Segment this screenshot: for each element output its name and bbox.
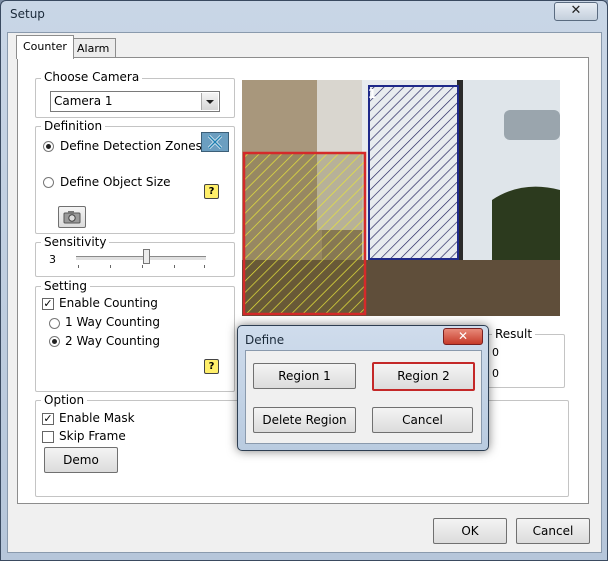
camera-icon xyxy=(63,211,81,224)
cancel-button[interactable]: Cancel xyxy=(516,518,590,544)
enable-counting-label: Enable Counting xyxy=(59,296,158,310)
dialog-cancel-button[interactable]: Cancel xyxy=(372,407,473,433)
slider-tick xyxy=(204,265,205,268)
camera-preview[interactable]: 1 xyxy=(242,80,560,316)
enable-mask-checkbox[interactable]: ✓ xyxy=(42,413,54,425)
result-value: 0 xyxy=(492,346,499,359)
result-legend: Result xyxy=(492,327,536,341)
setting-legend: Setting xyxy=(41,279,90,293)
define-dialog: Define ✕ Region 1 Region 2 Delete Region… xyxy=(237,325,489,451)
snapshot-button[interactable] xyxy=(58,206,86,228)
sensitivity-value: 3 xyxy=(49,253,56,266)
definition-legend: Definition xyxy=(41,119,106,133)
tab-alarm[interactable]: Alarm xyxy=(70,38,117,59)
delete-region-button[interactable]: Delete Region xyxy=(253,407,356,433)
skip-frame-label: Skip Frame xyxy=(59,429,126,443)
sensitivity-slider-track[interactable] xyxy=(76,256,206,261)
sensitivity-slider-thumb[interactable] xyxy=(143,249,150,264)
option-legend: Option xyxy=(41,393,88,407)
window-title: Setup xyxy=(10,7,45,21)
tab-counter[interactable]: Counter xyxy=(16,35,74,59)
sensitivity-legend: Sensitivity xyxy=(41,235,110,249)
cross-arrows-icon xyxy=(207,134,223,150)
camera-scene: 1 xyxy=(242,80,560,316)
ok-button[interactable]: OK xyxy=(433,518,507,544)
region-2-button[interactable]: Region 2 xyxy=(372,362,475,391)
camera-select[interactable]: Camera 1 xyxy=(50,91,220,112)
help-icon[interactable]: ? xyxy=(204,184,219,199)
result-value: 0 xyxy=(492,367,499,380)
enable-mask-label: Enable Mask xyxy=(59,411,135,425)
camera-select-value: Camera 1 xyxy=(54,94,113,108)
dialog-client-area: Region 1 Region 2 Delete Region Cancel xyxy=(245,350,482,444)
define-object-size-radio[interactable] xyxy=(43,177,54,188)
zone-tool-button[interactable] xyxy=(201,132,229,152)
two-way-radio[interactable] xyxy=(49,336,60,347)
one-way-radio[interactable] xyxy=(49,318,60,329)
help-icon[interactable]: ? xyxy=(204,359,219,374)
close-button[interactable]: ✕ xyxy=(554,2,598,21)
dialog-title: Define xyxy=(245,333,285,347)
region-1-button[interactable]: Region 1 xyxy=(253,363,356,389)
define-object-size-label: Define Object Size xyxy=(60,175,171,189)
slider-tick xyxy=(174,265,175,268)
slider-tick xyxy=(78,265,79,268)
dropdown-button[interactable] xyxy=(201,93,218,110)
demo-button[interactable]: Demo xyxy=(44,447,118,473)
dialog-close-button[interactable]: ✕ xyxy=(443,328,483,345)
slider-tick xyxy=(110,265,111,268)
enable-counting-checkbox[interactable]: ✓ xyxy=(42,298,54,310)
title-bar[interactable]: Setup ✕ xyxy=(1,1,607,27)
define-zones-radio[interactable] xyxy=(43,141,54,152)
define-zones-label: Define Detection Zones xyxy=(60,139,202,153)
one-way-label: 1 Way Counting xyxy=(65,315,161,329)
slider-tick xyxy=(142,265,143,268)
region-number-label: 1 xyxy=(368,87,376,101)
choose-camera-legend: Choose Camera xyxy=(41,70,143,84)
two-way-label: 2 Way Counting xyxy=(65,334,161,348)
skip-frame-checkbox[interactable] xyxy=(42,431,54,443)
chevron-down-icon xyxy=(206,100,214,104)
